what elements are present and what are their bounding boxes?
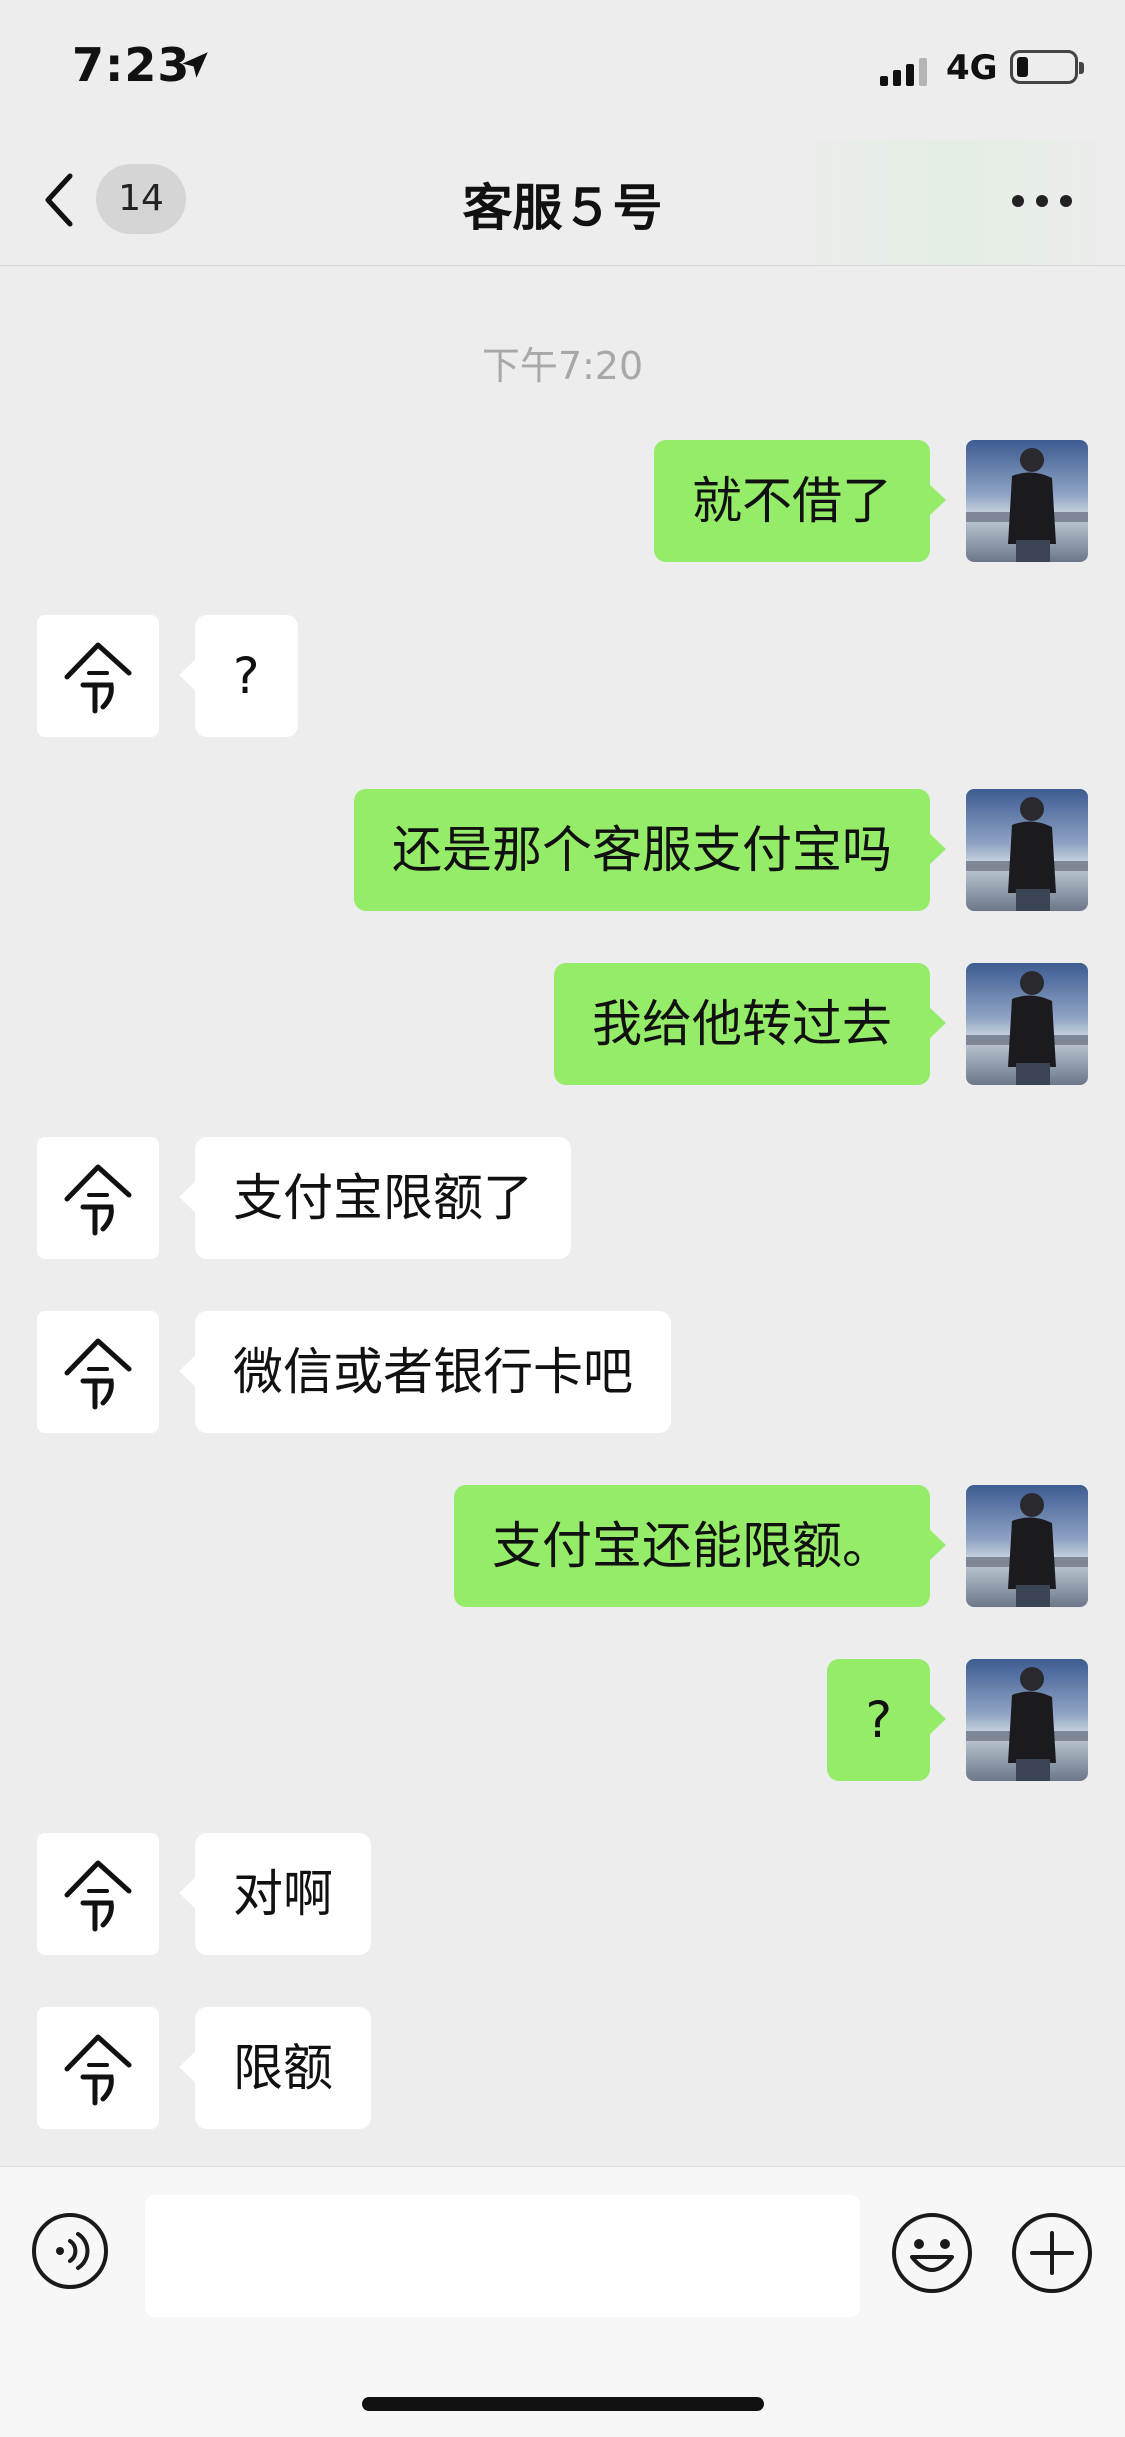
message-row: 微信或者银行卡吧: [0, 1311, 1125, 1433]
contact-avatar[interactable]: [37, 615, 159, 737]
chat-input-bar: [0, 2166, 1125, 2437]
battery-level: [1017, 57, 1028, 77]
message-row: 对啊: [0, 1833, 1125, 1955]
message-bubble[interactable]: 支付宝限额了: [179, 1137, 571, 1259]
my-avatar[interactable]: [966, 440, 1088, 562]
status-time: 7:23: [72, 38, 191, 92]
message-input[interactable]: [145, 2195, 860, 2317]
my-avatar[interactable]: [966, 1659, 1088, 1781]
battery-cap: [1079, 62, 1084, 74]
more-dots-icon[interactable]: [1012, 195, 1072, 209]
message-row: 还是那个客服支付宝吗: [0, 789, 1125, 911]
message-bubble[interactable]: 就不借了: [654, 440, 946, 562]
message-bubble[interactable]: ?: [827, 1659, 946, 1781]
home-indicator: [362, 2397, 764, 2411]
more-dot: [1036, 195, 1048, 207]
cellular-signal-icon: [880, 58, 927, 86]
location-arrow-icon: [182, 52, 208, 78]
chat-title: 客服５号: [462, 179, 663, 237]
message-timestamp: 下午7:20: [481, 344, 644, 388]
my-avatar[interactable]: [966, 963, 1088, 1085]
more-dot: [1060, 195, 1072, 207]
contact-avatar[interactable]: [37, 2007, 159, 2129]
message-bubble[interactable]: 对啊: [179, 1833, 371, 1955]
contact-avatar[interactable]: [37, 1311, 159, 1433]
plus-icon[interactable]: [1010, 2211, 1094, 2295]
message-bubble[interactable]: 微信或者银行卡吧: [179, 1311, 671, 1433]
message-row: ?: [0, 615, 1125, 737]
status-bar: 7:23 4G: [0, 0, 1125, 140]
message-bubble[interactable]: ?: [179, 615, 298, 737]
contact-avatar[interactable]: [37, 1833, 159, 1955]
message-row: 限额: [0, 2007, 1125, 2129]
more-dot: [1012, 195, 1024, 207]
message-bubble[interactable]: 支付宝还能限额。: [454, 1485, 946, 1607]
message-row: ?: [0, 1659, 1125, 1781]
message-row: 就不借了: [0, 440, 1125, 562]
message-row: 我给他转过去: [0, 963, 1125, 1085]
message-row: 支付宝还能限额。: [0, 1485, 1125, 1607]
chat-nav-bar: 14 客服５号: [0, 140, 1125, 266]
message-bubble[interactable]: 限额: [179, 2007, 371, 2129]
network-type: 4G: [946, 48, 998, 88]
message-bubble[interactable]: 还是那个客服支付宝吗: [354, 789, 946, 911]
message-row: 支付宝限额了: [0, 1137, 1125, 1259]
battery-icon: [1010, 50, 1084, 84]
voice-icon[interactable]: [30, 2211, 110, 2291]
emoji-icon[interactable]: [890, 2211, 974, 2295]
contact-avatar[interactable]: [37, 1137, 159, 1259]
message-bubble[interactable]: 我给他转过去: [554, 963, 946, 1085]
my-avatar[interactable]: [966, 1485, 1088, 1607]
my-avatar[interactable]: [966, 789, 1088, 911]
